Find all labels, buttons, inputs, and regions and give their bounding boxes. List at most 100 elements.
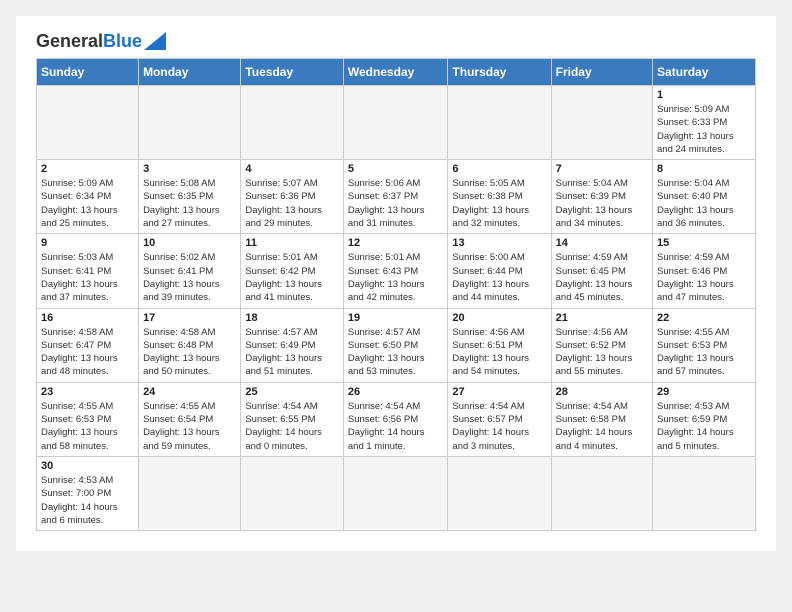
calendar-day-cell: 18 Sunrise: 4:57 AM Sunset: 6:49 PM Dayli…: [241, 308, 344, 382]
day-info: Sunrise: 4:54 AM Sunset: 6:56 PM Dayligh…: [348, 400, 444, 453]
day-info: Sunrise: 5:05 AM Sunset: 6:38 PM Dayligh…: [452, 177, 546, 230]
day-number: 11: [245, 237, 339, 249]
logo: GeneralBlue: [36, 32, 166, 50]
day-info: Sunrise: 4:55 AM Sunset: 6:53 PM Dayligh…: [41, 400, 134, 453]
day-number: 22: [657, 312, 751, 324]
calendar-day-cell: [241, 86, 344, 160]
calendar-day-cell: 1 Sunrise: 5:09 AM Sunset: 6:33 PM Daylig…: [653, 86, 756, 160]
day-info: Sunrise: 4:57 AM Sunset: 6:50 PM Dayligh…: [348, 326, 444, 379]
calendar-day-cell: 26 Sunrise: 4:54 AM Sunset: 6:56 PM Dayli…: [343, 382, 448, 456]
calendar-day-cell: [37, 86, 139, 160]
calendar-day-cell: [343, 86, 448, 160]
day-info: Sunrise: 5:04 AM Sunset: 6:40 PM Dayligh…: [657, 177, 751, 230]
calendar-day-cell: 23 Sunrise: 4:55 AM Sunset: 6:53 PM Dayli…: [37, 382, 139, 456]
calendar-day-cell: 11 Sunrise: 5:01 AM Sunset: 6:42 PM Dayli…: [241, 234, 344, 308]
calendar-table: SundayMondayTuesdayWednesdayThursdayFrid…: [36, 58, 756, 531]
day-number: 20: [452, 312, 546, 324]
calendar-day-cell: [343, 456, 448, 530]
day-info: Sunrise: 5:02 AM Sunset: 6:41 PM Dayligh…: [143, 251, 236, 304]
day-info: Sunrise: 4:55 AM Sunset: 6:54 PM Dayligh…: [143, 400, 236, 453]
day-info: Sunrise: 5:01 AM Sunset: 6:42 PM Dayligh…: [245, 251, 339, 304]
day-info: Sunrise: 4:54 AM Sunset: 6:55 PM Dayligh…: [245, 400, 339, 453]
day-info: Sunrise: 4:56 AM Sunset: 6:51 PM Dayligh…: [452, 326, 546, 379]
day-info: Sunrise: 5:01 AM Sunset: 6:43 PM Dayligh…: [348, 251, 444, 304]
day-number: 23: [41, 386, 134, 398]
day-number: 7: [556, 163, 648, 175]
calendar-header-saturday: Saturday: [653, 59, 756, 86]
day-number: 24: [143, 386, 236, 398]
calendar-day-cell: [551, 86, 652, 160]
calendar-day-cell: [448, 456, 551, 530]
page: GeneralBlue SundayMondayTuesdayWednesday…: [16, 16, 776, 551]
calendar-week-row: 30Sunrise: 4:53 AM Sunset: 7:00 PM Dayli…: [37, 456, 756, 530]
day-info: Sunrise: 5:09 AM Sunset: 6:34 PM Dayligh…: [41, 177, 134, 230]
calendar-day-cell: 7 Sunrise: 5:04 AM Sunset: 6:39 PM Daylig…: [551, 160, 652, 234]
day-number: 8: [657, 163, 751, 175]
calendar-day-cell: [653, 456, 756, 530]
logo-blue: Blue: [103, 31, 142, 51]
calendar-header-tuesday: Tuesday: [241, 59, 344, 86]
calendar-day-cell: 10 Sunrise: 5:02 AM Sunset: 6:41 PM Dayli…: [139, 234, 241, 308]
day-number: 30: [41, 460, 134, 472]
calendar-header-friday: Friday: [551, 59, 652, 86]
calendar-day-cell: 12Sunrise: 5:01 AM Sunset: 6:43 PM Dayli…: [343, 234, 448, 308]
calendar-day-cell: 27Sunrise: 4:54 AM Sunset: 6:57 PM Dayli…: [448, 382, 551, 456]
day-number: 13: [452, 237, 546, 249]
calendar-day-cell: [448, 86, 551, 160]
day-info: Sunrise: 5:03 AM Sunset: 6:41 PM Dayligh…: [41, 251, 134, 304]
calendar-header-monday: Monday: [139, 59, 241, 86]
day-info: Sunrise: 5:06 AM Sunset: 6:37 PM Dayligh…: [348, 177, 444, 230]
day-number: 18: [245, 312, 339, 324]
calendar-day-cell: 19 Sunrise: 4:57 AM Sunset: 6:50 PM Dayli…: [343, 308, 448, 382]
day-number: 9: [41, 237, 134, 249]
day-number: 21: [556, 312, 648, 324]
day-number: 27: [452, 386, 546, 398]
calendar-header-sunday: Sunday: [37, 59, 139, 86]
calendar-day-cell: 3 Sunrise: 5:08 AM Sunset: 6:35 PM Daylig…: [139, 160, 241, 234]
calendar-day-cell: 4 Sunrise: 5:07 AM Sunset: 6:36 PM Daylig…: [241, 160, 344, 234]
calendar-day-cell: 13Sunrise: 5:00 AM Sunset: 6:44 PM Dayli…: [448, 234, 551, 308]
day-number: 19: [348, 312, 444, 324]
day-number: 29: [657, 386, 751, 398]
calendar-day-cell: 24 Sunrise: 4:55 AM Sunset: 6:54 PM Dayli…: [139, 382, 241, 456]
day-number: 4: [245, 163, 339, 175]
day-info: Sunrise: 4:57 AM Sunset: 6:49 PM Dayligh…: [245, 326, 339, 379]
day-info: Sunrise: 5:07 AM Sunset: 6:36 PM Dayligh…: [245, 177, 339, 230]
header: GeneralBlue: [36, 32, 756, 50]
day-info: Sunrise: 4:56 AM Sunset: 6:52 PM Dayligh…: [556, 326, 648, 379]
day-number: 1: [657, 89, 751, 101]
calendar-header-wednesday: Wednesday: [343, 59, 448, 86]
calendar-week-row: 1 Sunrise: 5:09 AM Sunset: 6:33 PM Daylig…: [37, 86, 756, 160]
calendar-day-cell: 20 Sunrise: 4:56 AM Sunset: 6:51 PM Dayli…: [448, 308, 551, 382]
day-number: 2: [41, 163, 134, 175]
day-number: 28: [556, 386, 648, 398]
day-number: 17: [143, 312, 236, 324]
day-number: 3: [143, 163, 236, 175]
day-info: Sunrise: 5:09 AM Sunset: 6:33 PM Dayligh…: [657, 103, 751, 156]
day-info: Sunrise: 4:55 AM Sunset: 6:53 PM Dayligh…: [657, 326, 751, 379]
calendar-day-cell: 29 Sunrise: 4:53 AM Sunset: 6:59 PM Dayli…: [653, 382, 756, 456]
day-number: 10: [143, 237, 236, 249]
day-number: 26: [348, 386, 444, 398]
calendar-day-cell: [139, 456, 241, 530]
day-number: 25: [245, 386, 339, 398]
day-number: 15: [657, 237, 751, 249]
day-info: Sunrise: 4:59 AM Sunset: 6:46 PM Dayligh…: [657, 251, 751, 304]
day-info: Sunrise: 4:58 AM Sunset: 6:48 PM Dayligh…: [143, 326, 236, 379]
calendar-day-cell: 25 Sunrise: 4:54 AM Sunset: 6:55 PM Dayli…: [241, 382, 344, 456]
day-info: Sunrise: 5:08 AM Sunset: 6:35 PM Dayligh…: [143, 177, 236, 230]
calendar-day-cell: 17 Sunrise: 4:58 AM Sunset: 6:48 PM Dayli…: [139, 308, 241, 382]
calendar-day-cell: [241, 456, 344, 530]
calendar-week-row: 2 Sunrise: 5:09 AM Sunset: 6:34 PM Daylig…: [37, 160, 756, 234]
day-info: Sunrise: 4:53 AM Sunset: 6:59 PM Dayligh…: [657, 400, 751, 453]
calendar-day-cell: 5Sunrise: 5:06 AM Sunset: 6:37 PM Daylig…: [343, 160, 448, 234]
calendar-day-cell: 8 Sunrise: 5:04 AM Sunset: 6:40 PM Daylig…: [653, 160, 756, 234]
calendar-day-cell: 30Sunrise: 4:53 AM Sunset: 7:00 PM Dayli…: [37, 456, 139, 530]
day-info: Sunrise: 5:04 AM Sunset: 6:39 PM Dayligh…: [556, 177, 648, 230]
day-number: 14: [556, 237, 648, 249]
day-info: Sunrise: 4:54 AM Sunset: 6:58 PM Dayligh…: [556, 400, 648, 453]
calendar-day-cell: 2 Sunrise: 5:09 AM Sunset: 6:34 PM Daylig…: [37, 160, 139, 234]
calendar-day-cell: [551, 456, 652, 530]
calendar-day-cell: [139, 86, 241, 160]
calendar-day-cell: 16Sunrise: 4:58 AM Sunset: 6:47 PM Dayli…: [37, 308, 139, 382]
